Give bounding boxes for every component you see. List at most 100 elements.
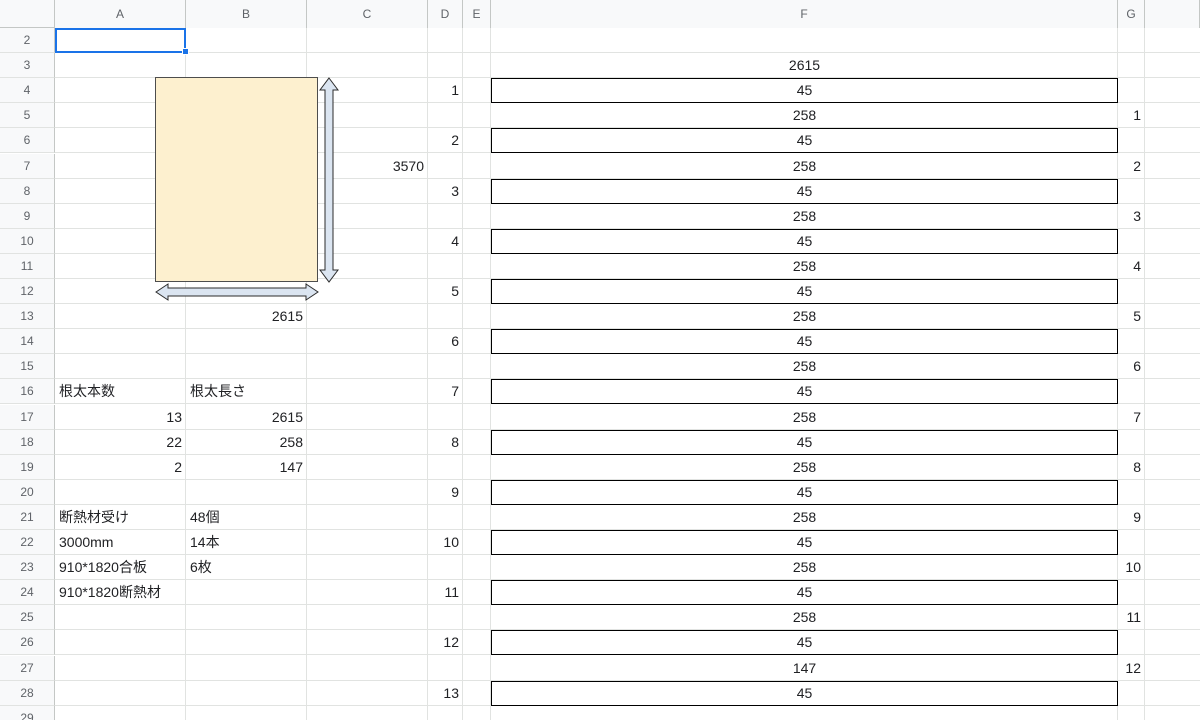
row-header-25[interactable]: 25 xyxy=(0,605,55,631)
cell-f22-joist[interactable]: 45 xyxy=(491,530,1118,555)
cell-d18-joist-number[interactable]: 8 xyxy=(428,430,463,455)
cell-g15-gap-number[interactable]: 6 xyxy=(1118,354,1145,379)
cell-f9-gap[interactable]: 258 xyxy=(491,204,1118,229)
row-header-20[interactable]: 20 xyxy=(0,479,55,505)
cell-d14-joist-number[interactable]: 6 xyxy=(428,329,463,354)
row-header-28[interactable]: 28 xyxy=(0,680,55,706)
vertical-double-arrow-icon[interactable] xyxy=(318,77,340,283)
cell-d28-joist-number[interactable]: 13 xyxy=(428,681,463,706)
cell-g9-gap-number[interactable]: 3 xyxy=(1118,204,1145,229)
row-header-14[interactable]: 14 xyxy=(0,329,55,355)
cell-f14-joist[interactable]: 45 xyxy=(491,329,1118,355)
cell-f15-gap[interactable]: 258 xyxy=(491,354,1118,379)
cell-d12-joist-number[interactable]: 5 xyxy=(428,279,463,304)
row-header-29[interactable]: 29 xyxy=(0,705,55,720)
row-header-12[interactable]: 12 xyxy=(0,279,55,304)
cell-d24-joist-number[interactable]: 11 xyxy=(428,580,463,605)
cell-f5-gap[interactable]: 258 xyxy=(491,103,1118,128)
cell-f7-gap[interactable]: 258 xyxy=(491,154,1118,179)
row-header-27[interactable]: 27 xyxy=(0,655,55,681)
cell-g27-gap-number[interactable]: 12 xyxy=(1118,656,1145,681)
cell-f20-joist[interactable]: 45 xyxy=(491,479,1118,505)
cell-b17-length[interactable]: 2615 xyxy=(186,405,307,430)
cell-d10-joist-number[interactable]: 4 xyxy=(428,229,463,254)
cell-f19-gap[interactable]: 258 xyxy=(491,455,1118,480)
cell-a16-joist-count-header[interactable]: 根太本数 xyxy=(55,379,186,404)
cell-f11-gap[interactable]: 258 xyxy=(491,254,1118,279)
cell-f28-joist[interactable]: 45 xyxy=(491,680,1118,706)
cell-d8-joist-number[interactable]: 3 xyxy=(428,179,463,204)
cell-a22-material[interactable]: 3000mm xyxy=(55,530,186,555)
fill-handle[interactable] xyxy=(182,48,189,55)
cell-g7-gap-number[interactable]: 2 xyxy=(1118,154,1145,179)
cell-f13-gap[interactable]: 258 xyxy=(491,304,1118,329)
row-header-19[interactable]: 19 xyxy=(0,454,55,480)
row-header-21[interactable]: 21 xyxy=(0,504,55,530)
cell-d16-joist-number[interactable]: 7 xyxy=(428,379,463,404)
cell-a18-count[interactable]: 22 xyxy=(55,430,186,455)
horizontal-double-arrow-icon[interactable] xyxy=(155,282,319,302)
cell-g21-gap-number[interactable]: 9 xyxy=(1118,505,1145,530)
cell-g5-gap-number[interactable]: 1 xyxy=(1118,103,1145,128)
row-header-6[interactable]: 6 xyxy=(0,128,55,154)
cell-f12-joist[interactable]: 45 xyxy=(491,279,1118,304)
cell-a24-material[interactable]: 910*1820断熱材 xyxy=(55,580,186,605)
row-header-18[interactable]: 18 xyxy=(0,429,55,455)
column-header-g[interactable]: G xyxy=(1118,0,1145,28)
cell-f27-gap[interactable]: 147 xyxy=(491,656,1118,681)
column-header-e[interactable]: E xyxy=(463,0,491,28)
cell-b23-quantity[interactable]: 6枚 xyxy=(186,555,307,580)
cell-g11-gap-number[interactable]: 4 xyxy=(1118,254,1145,279)
cell-a17-count[interactable]: 13 xyxy=(55,405,186,430)
column-header-h[interactable] xyxy=(1145,0,1200,28)
row-header-11[interactable]: 11 xyxy=(0,253,55,279)
cell-f17-gap[interactable]: 258 xyxy=(491,405,1118,430)
column-header-a[interactable]: A xyxy=(55,0,186,28)
cell-f10-joist[interactable]: 45 xyxy=(491,228,1118,254)
row-header-23[interactable]: 23 xyxy=(0,555,55,581)
row-header-22[interactable]: 22 xyxy=(0,530,55,555)
row-header-15[interactable]: 15 xyxy=(0,354,55,380)
cell-b21-quantity[interactable]: 48個 xyxy=(186,505,307,530)
cell-a23-material[interactable]: 910*1820合板 xyxy=(55,555,186,580)
cell-g13-gap-number[interactable]: 5 xyxy=(1118,304,1145,329)
cell-d6-joist-number[interactable]: 2 xyxy=(428,128,463,153)
row-header-7[interactable]: 7 xyxy=(0,153,55,179)
row-header-16[interactable]: 16 xyxy=(0,379,55,405)
cell-f25-gap[interactable]: 258 xyxy=(491,605,1118,630)
row-header-8[interactable]: 8 xyxy=(0,178,55,204)
cell-b22-quantity[interactable]: 14本 xyxy=(186,530,307,555)
cell-f3-total-length[interactable]: 2615 xyxy=(491,53,1118,78)
floor-rectangle-shape[interactable] xyxy=(155,77,318,282)
row-header-3[interactable]: 3 xyxy=(0,53,55,79)
cell-f21-gap[interactable]: 258 xyxy=(491,505,1118,530)
column-header-d[interactable]: D xyxy=(428,0,463,28)
cell-g25-gap-number[interactable]: 11 xyxy=(1118,605,1145,630)
cell-d4-joist-number[interactable]: 1 xyxy=(428,78,463,103)
cell-d26-joist-number[interactable]: 12 xyxy=(428,630,463,655)
cell-f16-joist[interactable]: 45 xyxy=(491,379,1118,405)
row-header-24[interactable]: 24 xyxy=(0,580,55,606)
cell-d22-joist-number[interactable]: 10 xyxy=(428,530,463,555)
cell-f18-joist[interactable]: 45 xyxy=(491,429,1118,455)
active-cell-selection[interactable] xyxy=(55,28,186,53)
column-header-b[interactable]: B xyxy=(186,0,307,28)
cell-a21-material[interactable]: 断熱材受け xyxy=(55,505,186,530)
row-header-13[interactable]: 13 xyxy=(0,304,55,330)
row-header-5[interactable]: 5 xyxy=(0,103,55,129)
cell-b16-joist-length-header[interactable]: 根太長さ xyxy=(186,379,307,404)
cell-g19-gap-number[interactable]: 8 xyxy=(1118,455,1145,480)
cell-g17-gap-number[interactable]: 7 xyxy=(1118,405,1145,430)
row-header-10[interactable]: 10 xyxy=(0,228,55,254)
row-header-2[interactable]: 2 xyxy=(0,28,55,53)
row-header-9[interactable]: 9 xyxy=(0,203,55,229)
cell-a19-count[interactable]: 2 xyxy=(55,455,186,480)
cell-f26-joist[interactable]: 45 xyxy=(491,630,1118,656)
cell-g23-gap-number[interactable]: 10 xyxy=(1118,555,1145,580)
row-header-26[interactable]: 26 xyxy=(0,630,55,656)
cell-f8-joist[interactable]: 45 xyxy=(491,178,1118,204)
cell-d20-joist-number[interactable]: 9 xyxy=(428,480,463,505)
column-header-c[interactable]: C xyxy=(307,0,428,28)
select-all-corner[interactable] xyxy=(0,0,55,28)
cell-b13-width-label[interactable]: 2615 xyxy=(186,304,307,329)
